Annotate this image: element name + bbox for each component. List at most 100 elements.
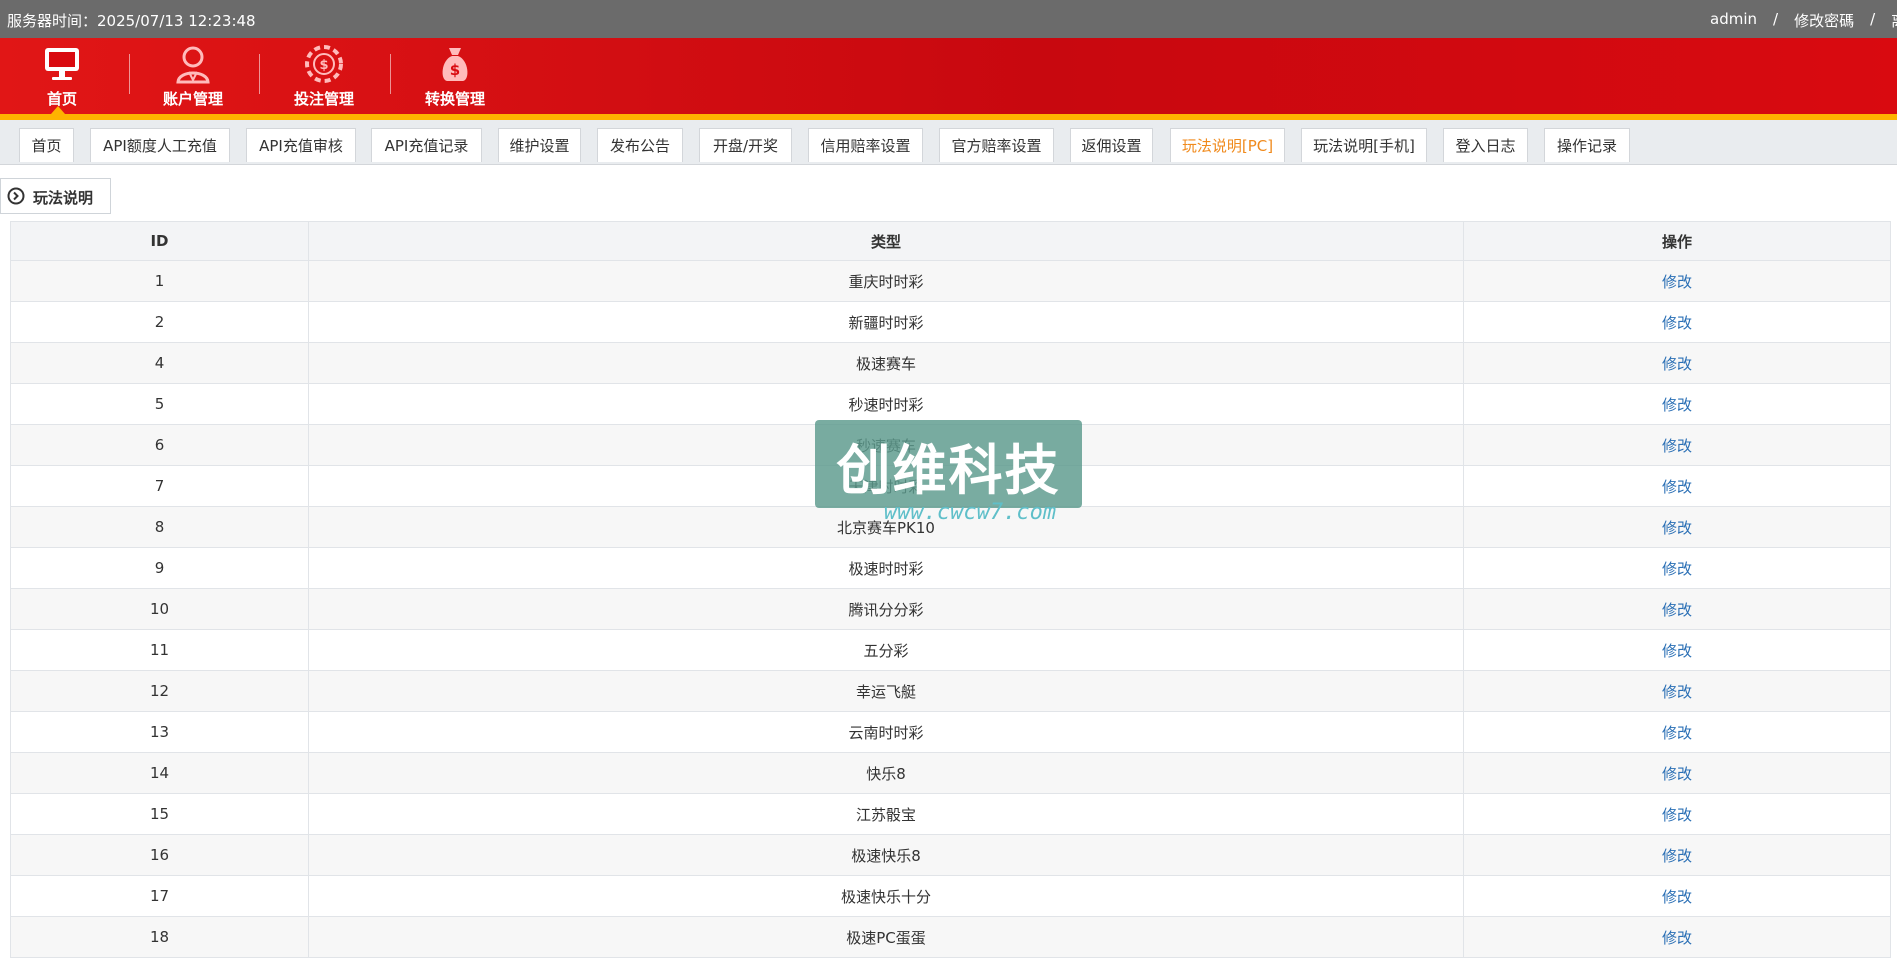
cell-type: 极速快乐十分 — [308, 875, 1464, 917]
circle-arrow-right-icon — [7, 187, 25, 205]
tab-operation-log[interactable]: 操作记录 — [1544, 128, 1630, 162]
svg-text:$: $ — [319, 58, 328, 73]
active-indicator — [51, 106, 65, 114]
cell-id: 4 — [10, 342, 309, 384]
cell-action: 修改 — [1463, 547, 1891, 589]
tab-announcement[interactable]: 发布公告 — [597, 128, 683, 162]
cell-id: 6 — [10, 424, 309, 466]
rules-table: ID 类型 操作 1 重庆时时彩 修改 2 新疆时时彩 修改 4 极速赛车 修改 5 秒速时时彩 修改… — [10, 221, 1891, 958]
tab-open-draw[interactable]: 开盘/开奖 — [699, 128, 792, 162]
change-password-link[interactable]: 修改密碼 — [1794, 10, 1854, 31]
edit-link[interactable]: 修改 — [1662, 642, 1692, 660]
column-header-id: ID — [10, 221, 309, 261]
monitor-icon — [45, 48, 79, 80]
tab-api-recharge-records[interactable]: API充值记录 — [371, 128, 482, 162]
cell-action: 修改 — [1463, 834, 1891, 876]
cell-action: 修改 — [1463, 260, 1891, 302]
table-row: 14 快乐8 修改 — [10, 752, 1891, 794]
tab-api-recharge-review[interactable]: API充值审核 — [246, 128, 356, 162]
cell-action: 修改 — [1463, 629, 1891, 671]
tab-rules-pc[interactable]: 玩法说明[PC] — [1170, 128, 1285, 162]
edit-link[interactable]: 修改 — [1662, 847, 1692, 865]
tab-credit-odds[interactable]: 信用赔率设置 — [808, 128, 923, 162]
table-row: 13 云南时时彩 修改 — [10, 711, 1891, 753]
edit-link[interactable]: 修改 — [1662, 724, 1692, 742]
tab-login-log[interactable]: 登入日志 — [1443, 128, 1528, 162]
edit-link[interactable]: 修改 — [1662, 683, 1692, 701]
server-time: 服务器时间：2025/07/13 12:23:48 — [7, 12, 256, 30]
cell-id: 18 — [10, 916, 309, 958]
cell-action: 修改 — [1463, 506, 1891, 548]
cell-type: 幸运飞艇 — [308, 670, 1464, 712]
cell-type: 秒速时时彩 — [308, 383, 1464, 425]
cell-action: 修改 — [1463, 383, 1891, 425]
edit-link[interactable]: 修改 — [1662, 478, 1692, 496]
cell-action: 修改 — [1463, 465, 1891, 507]
edit-link[interactable]: 修改 — [1662, 765, 1692, 783]
nav-item-accounts[interactable]: 账户管理 — [128, 38, 258, 114]
logout-link[interactable]: 离开 — [1891, 10, 1897, 31]
cell-id: 14 — [10, 752, 309, 794]
cell-action: 修改 — [1463, 301, 1891, 343]
cell-type: 五分彩 — [308, 629, 1464, 671]
edit-link[interactable]: 修改 — [1662, 273, 1692, 291]
edit-link[interactable]: 修改 — [1662, 314, 1692, 332]
watermark-text: 创维科技 — [836, 439, 1061, 502]
main-header: 首页 账户管理 $ 投注管理 $ 转换管理 — [0, 38, 1897, 114]
column-header-action: 操作 — [1463, 221, 1891, 261]
cell-id: 13 — [10, 711, 309, 753]
tab-rebate[interactable]: 返佣设置 — [1070, 128, 1153, 162]
section-title-box: 玩法说明 — [0, 178, 111, 214]
table-row: 10 腾讯分分彩 修改 — [10, 588, 1891, 630]
separator: / — [1773, 10, 1779, 28]
edit-link[interactable]: 修改 — [1662, 806, 1692, 824]
nav-item-bets[interactable]: $ 投注管理 — [259, 38, 389, 114]
cell-type: 极速赛车 — [308, 342, 1464, 384]
edit-link[interactable]: 修改 — [1662, 396, 1692, 414]
cell-id: 5 — [10, 383, 309, 425]
nav-item-transfer[interactable]: $ 转换管理 — [390, 38, 520, 114]
edit-link[interactable]: 修改 — [1662, 519, 1692, 537]
cell-type: 江苏骰宝 — [308, 793, 1464, 835]
nav-item-home[interactable]: 首页 — [0, 38, 127, 114]
cell-action: 修改 — [1463, 711, 1891, 753]
table-row: 11 五分彩 修改 — [10, 629, 1891, 671]
cell-action: 修改 — [1463, 424, 1891, 466]
table-row: 5 秒速时时彩 修改 — [10, 383, 1891, 425]
cell-id: 2 — [10, 301, 309, 343]
table-row: 9 极速时时彩 修改 — [10, 547, 1891, 589]
tab-home[interactable]: 首页 — [19, 128, 74, 162]
cell-type: 腾讯分分彩 — [308, 588, 1464, 630]
money-bag-icon: $ — [442, 48, 468, 81]
watermark-logo: 创维科技 www.cwcw7.com — [815, 420, 1082, 532]
cell-id: 8 — [10, 506, 309, 548]
cell-type: 快乐8 — [308, 752, 1464, 794]
edit-link[interactable]: 修改 — [1662, 929, 1692, 947]
cell-id: 17 — [10, 875, 309, 917]
tab-api-manual-recharge[interactable]: API额度人工充值 — [90, 128, 230, 162]
edit-link[interactable]: 修改 — [1662, 560, 1692, 578]
user-icon — [176, 46, 210, 84]
table-row: 15 江苏骰宝 修改 — [10, 793, 1891, 835]
cell-action: 修改 — [1463, 588, 1891, 630]
cell-type: 极速PC蛋蛋 — [308, 916, 1464, 958]
tab-rules-mobile[interactable]: 玩法说明[手机] — [1301, 128, 1427, 162]
cell-action: 修改 — [1463, 752, 1891, 794]
cell-id: 12 — [10, 670, 309, 712]
cell-id: 16 — [10, 834, 309, 876]
edit-link[interactable]: 修改 — [1662, 437, 1692, 455]
tab-bar: 首页 API额度人工充值 API充值审核 API充值记录 维护设置 发布公告 开… — [0, 120, 1897, 165]
edit-link[interactable]: 修改 — [1662, 601, 1692, 619]
user-links: admin / 修改密碼 / 离开 — [1710, 10, 1897, 31]
tab-official-odds[interactable]: 官方赔率设置 — [939, 128, 1054, 162]
table-row: 18 极速PC蛋蛋 修改 — [10, 916, 1891, 958]
tab-maintenance[interactable]: 维护设置 — [498, 128, 581, 162]
edit-link[interactable]: 修改 — [1662, 355, 1692, 373]
table-header-row: ID 类型 操作 — [10, 221, 1891, 261]
cell-id: 15 — [10, 793, 309, 835]
cell-id: 11 — [10, 629, 309, 671]
nav-label: 账户管理 — [162, 90, 223, 108]
cell-action: 修改 — [1463, 670, 1891, 712]
cell-type: 重庆时时彩 — [308, 260, 1464, 302]
edit-link[interactable]: 修改 — [1662, 888, 1692, 906]
